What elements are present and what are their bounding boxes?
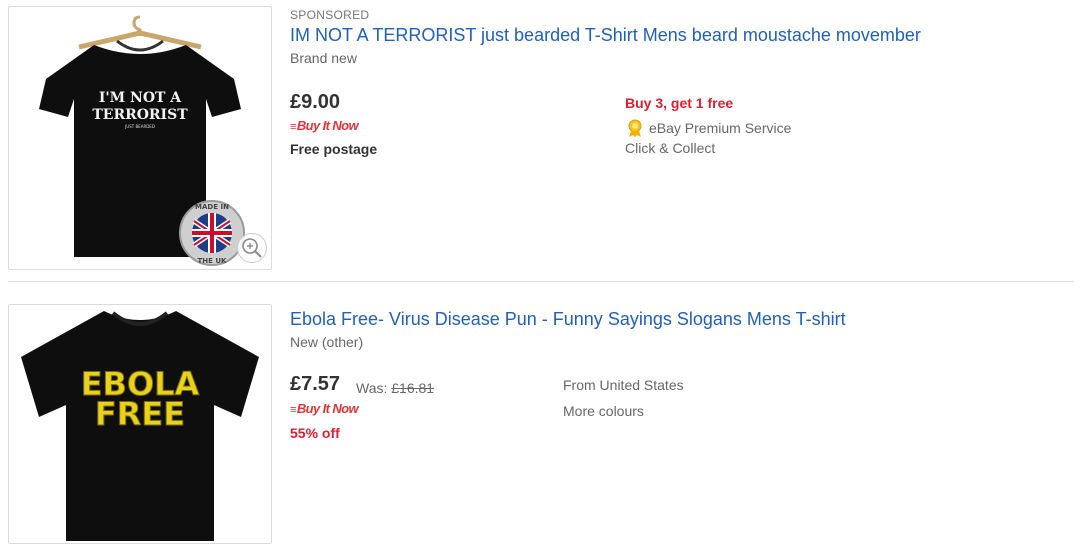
- location-text: From United States: [563, 377, 684, 393]
- svg-text:THE UK: THE UK: [198, 257, 228, 265]
- buy-it-now-label: Buy It Now: [296, 118, 359, 133]
- condition-text: New (other): [290, 334, 364, 350]
- zoom-icon[interactable]: [237, 233, 267, 263]
- sponsored-label: SPONSORED: [290, 8, 370, 22]
- shirt-print-line3: JUST BEARDED: [124, 124, 155, 129]
- buy-it-now-badge: ≡Buy It Now: [290, 401, 359, 416]
- listing-title-link[interactable]: Ebola Free- Virus Disease Pun - Funny Sa…: [290, 309, 846, 330]
- click-collect-text: Click & Collect: [625, 140, 716, 156]
- made-in-uk-badge: MADE IN THE UK: [179, 200, 245, 266]
- was-price-value: £16.81: [391, 380, 435, 396]
- buy-it-now-badge: ≡Buy It Now: [290, 118, 359, 133]
- listing-divider: [8, 281, 1074, 282]
- condition-text: Brand new: [290, 50, 357, 66]
- bin-stripes-icon: ≡: [290, 404, 296, 416]
- promo-text: Buy 3, get 1 free: [625, 95, 734, 111]
- was-price: Was: £16.81: [356, 380, 434, 396]
- more-colours-text: More colours: [563, 403, 644, 419]
- shirt-print-line1: I'M NOT A: [99, 90, 182, 106]
- premium-service-label: eBay Premium Service: [649, 120, 792, 137]
- price: £9.00: [290, 91, 341, 113]
- tshirt-image: EBOLA FREE: [9, 305, 271, 543]
- discount-text: 55% off: [290, 425, 340, 441]
- bin-stripes-icon: ≡: [290, 121, 296, 133]
- product-image[interactable]: I'M NOT A TERRORIST JUST BEARDED MADE IN…: [8, 6, 272, 270]
- buy-it-now-label: Buy It Now: [296, 401, 359, 416]
- product-image[interactable]: EBOLA FREE: [8, 304, 272, 544]
- premium-service: eBay Premium Service: [625, 118, 791, 141]
- was-label: Was:: [356, 380, 388, 396]
- listing-item: I'M NOT A TERRORIST JUST BEARDED MADE IN…: [0, 0, 1080, 280]
- listing-title-link[interactable]: IM NOT A TERRORIST just bearded T-Shirt …: [290, 25, 921, 46]
- shirt-print-line2: TERRORIST: [92, 107, 188, 123]
- tshirt-image: I'M NOT A TERRORIST JUST BEARDED MADE IN…: [9, 7, 271, 269]
- medal-icon: [625, 118, 645, 141]
- shirt-print-line2: FREE: [95, 395, 185, 433]
- price: £7.57: [290, 373, 341, 395]
- svg-text:MADE IN: MADE IN: [195, 203, 229, 211]
- listing-item: EBOLA FREE Ebola Free- Virus Disease Pun…: [0, 296, 1080, 554]
- postage-text: Free postage: [290, 141, 378, 157]
